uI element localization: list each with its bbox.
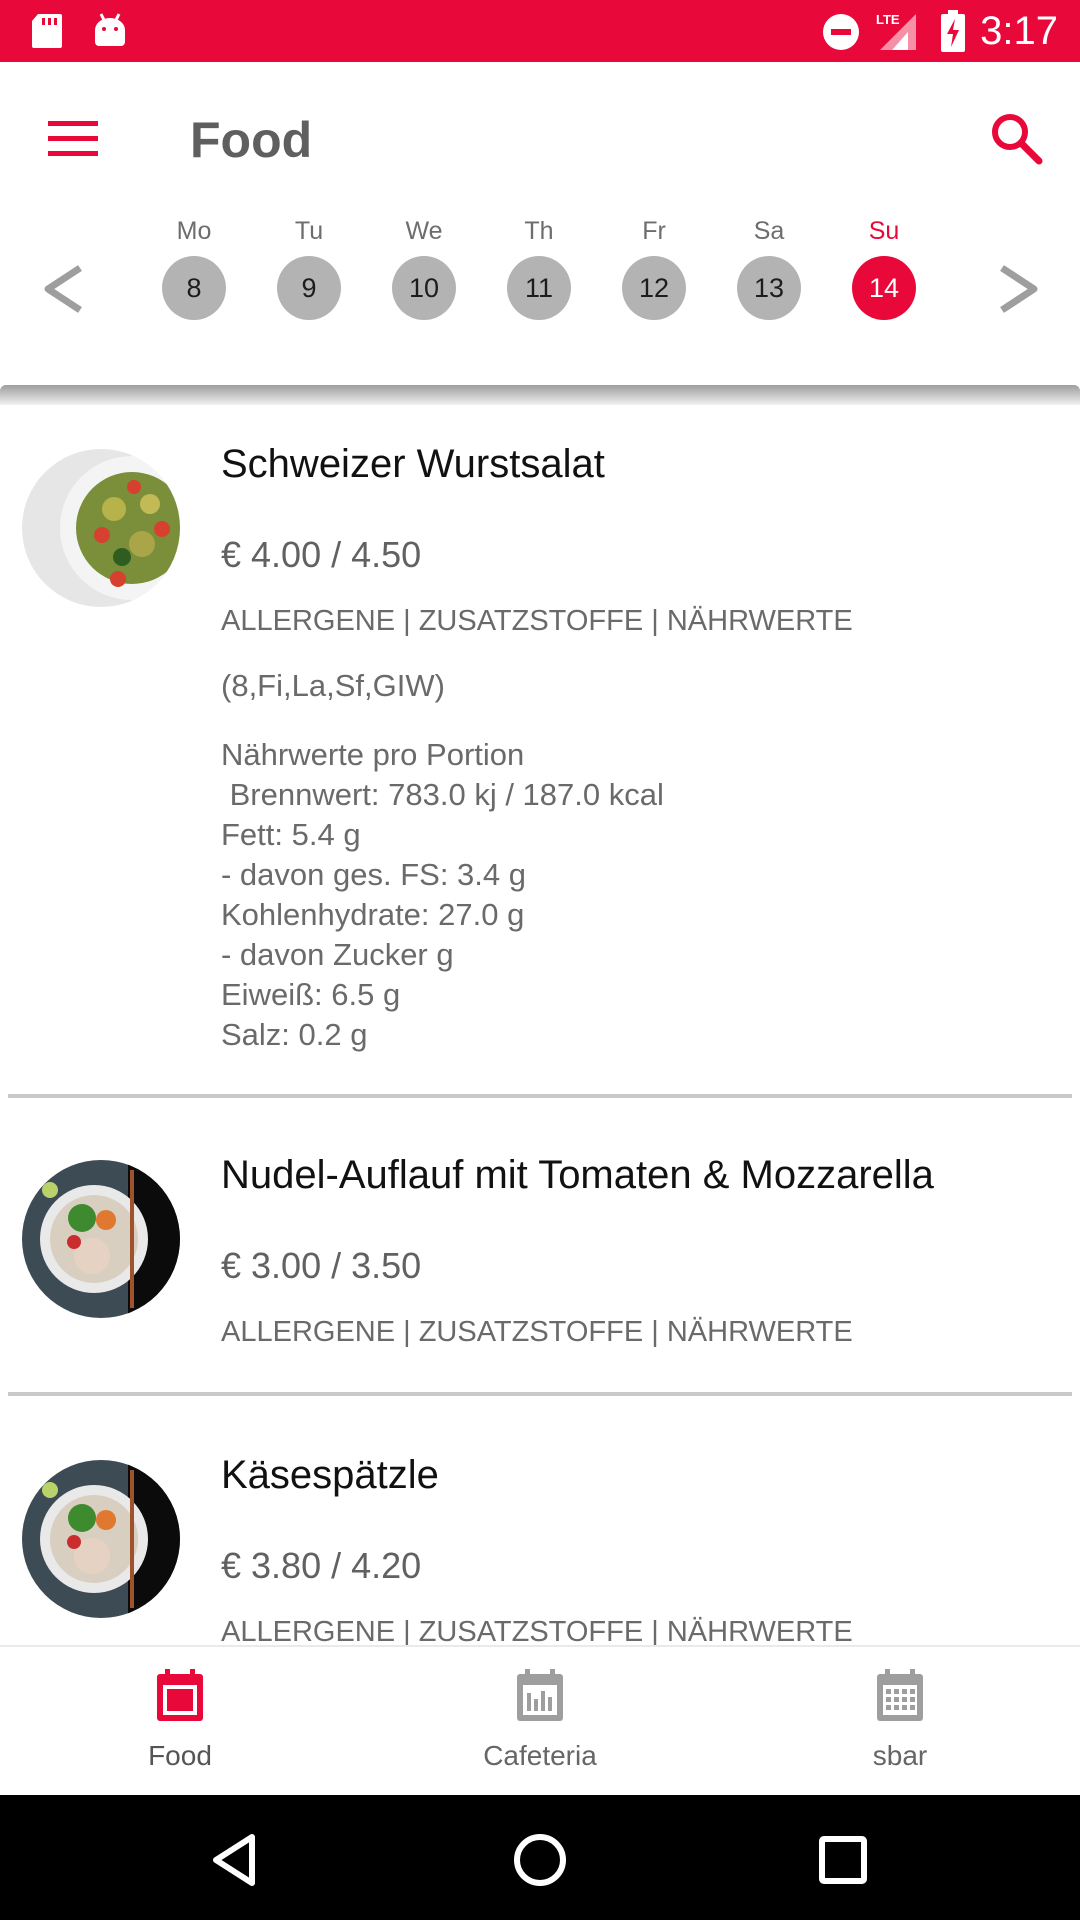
status-time: 3:17 (980, 9, 1058, 53)
android-icon (92, 12, 128, 55)
signal-icon: LTE (872, 10, 922, 57)
meal-price: € 4.00 / 4.50 (221, 534, 422, 575)
meal-card[interactable]: Käsespätzle € 3.80 / 4.20 ALLERGENE | ZU… (8, 1396, 1072, 1645)
menu-button[interactable] (38, 109, 108, 169)
meal-info-links[interactable]: ALLERGENE | ZUSATZSTOFFE | NÄHRWERTE (221, 1614, 1072, 1645)
home-icon (514, 1834, 566, 1886)
status-bar: LTE 3:17 (0, 0, 1080, 62)
nav-item-sbar[interactable]: sbar (720, 1647, 1080, 1795)
day-number: 11 (507, 256, 571, 320)
recents-icon (819, 1836, 867, 1884)
meal-card[interactable]: Nudel-Auflauf mit Tomaten & Mozzarella €… (8, 1098, 1072, 1396)
nav-item-food[interactable]: Food (0, 1647, 360, 1795)
nav-label: Cafeteria (483, 1740, 597, 1771)
meal-name: Schweizer Wurstsalat (221, 442, 605, 486)
day-sa[interactable]: Sa 13 (724, 216, 814, 336)
meal-image (22, 1460, 180, 1618)
day-name: Su (868, 217, 900, 245)
day-th[interactable]: Th 11 (494, 216, 584, 336)
day-number: 14 (852, 256, 916, 320)
page-title: Food (190, 112, 313, 168)
day-mo[interactable]: Mo 8 (149, 216, 239, 336)
menu-icon (48, 121, 98, 156)
day-name: Mo (176, 217, 212, 245)
meal-card[interactable]: Schweizer Wurstsalat € 4.00 / 4.50 ALLER… (8, 405, 1072, 1098)
meal-info-links[interactable]: ALLERGENE | ZUSATZSTOFFE | NÄHRWERTE (221, 1314, 1072, 1350)
meal-nutrition: Nährwerte pro Portion Brennwert: 783.0 k… (221, 737, 664, 1052)
system-navigation-bar (0, 1795, 1080, 1920)
day-number: 8 (162, 256, 226, 320)
svg-text:LTE: LTE (876, 12, 900, 27)
bottom-navigation: Food Cafeteria sbar (0, 1645, 1080, 1795)
chevron-right-icon (1000, 265, 1038, 313)
back-button[interactable] (200, 1825, 270, 1895)
meal-name: Nudel-Auflauf mit Tomaten & Mozzarella (221, 1153, 934, 1197)
day-name: Tu (294, 217, 324, 245)
meal-image (22, 449, 180, 607)
day-number: 10 (392, 256, 456, 320)
sd-card-icon (30, 12, 64, 55)
header-divider (0, 385, 1080, 405)
meal-image (22, 1160, 180, 1318)
meal-info-links[interactable]: ALLERGENE | ZUSATZSTOFFE | NÄHRWERTE (221, 603, 1072, 639)
app-bar: Food (0, 62, 1080, 212)
meal-text: Nudel-Auflauf mit Tomaten & Mozzarella (221, 1150, 1072, 1200)
day-name: Fr (642, 217, 666, 245)
day-number: 13 (737, 256, 801, 320)
week-selector: Mo 8 Tu 9 We 10 Th 11 Fr 12 Sa 13 Su 14 (0, 212, 1080, 387)
home-button[interactable] (505, 1825, 575, 1895)
day-name: Sa (753, 217, 785, 245)
meal-name: Käsespätzle (221, 1453, 439, 1497)
nav-item-cafeteria[interactable]: Cafeteria (360, 1647, 720, 1795)
meal-price: € 3.00 / 3.50 (221, 1245, 422, 1286)
day-name: Th (524, 217, 554, 245)
do-not-disturb-icon (822, 13, 860, 56)
day-we[interactable]: We 10 (379, 216, 469, 336)
next-week-button[interactable] (990, 258, 1046, 320)
calendar-chart-icon (517, 1669, 563, 1721)
day-fr[interactable]: Fr 12 (609, 216, 699, 336)
meal-price: € 3.80 / 4.20 (221, 1545, 422, 1586)
prev-week-button[interactable] (36, 258, 92, 320)
day-tu[interactable]: Tu 9 (264, 216, 354, 336)
back-icon (213, 1834, 255, 1886)
calendar-today-icon (157, 1669, 203, 1721)
search-icon (992, 114, 1043, 165)
calendar-grid-icon (877, 1669, 923, 1721)
day-number: 12 (622, 256, 686, 320)
nav-label: Food (148, 1740, 212, 1771)
chevron-left-icon (44, 265, 82, 313)
meal-text: Schweizer Wurstsalat (221, 439, 1072, 489)
meal-list[interactable]: Schweizer Wurstsalat € 4.00 / 4.50 ALLER… (0, 405, 1080, 1645)
nav-label: sbar (872, 1740, 928, 1771)
day-name: We (405, 217, 443, 245)
day-su-selected[interactable]: Su 14 (839, 216, 929, 336)
day-number: 9 (277, 256, 341, 320)
recents-button[interactable] (808, 1825, 878, 1895)
search-button[interactable] (985, 107, 1047, 169)
meal-text: Käsespätzle (221, 1450, 1072, 1500)
battery-charging-icon (940, 10, 966, 57)
meal-allergens: (8,Fi,La,Sf,GIW) (221, 668, 445, 703)
